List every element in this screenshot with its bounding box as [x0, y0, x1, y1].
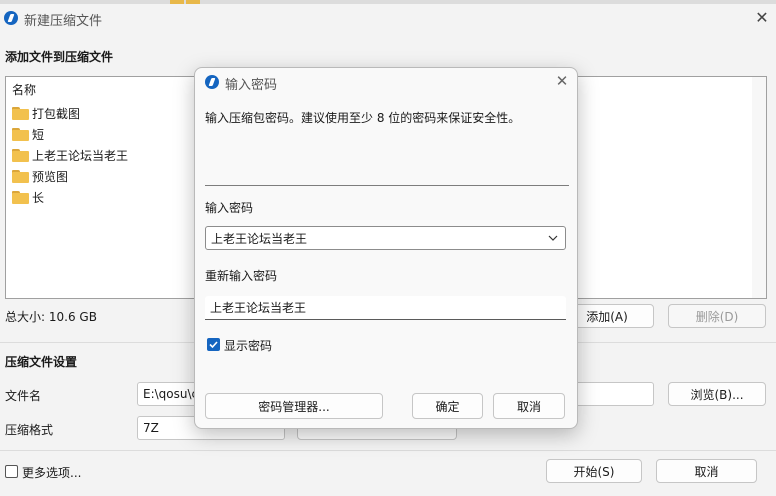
ok-button[interactable]: 确定: [412, 393, 483, 419]
filename-label: 文件名: [5, 389, 42, 403]
title-bar: 新建压缩文件 ✕: [0, 4, 776, 32]
archive-settings-section-label: 压缩文件设置: [5, 355, 78, 369]
bottom-divider: [0, 450, 776, 451]
list-item[interactable]: 短: [12, 124, 44, 144]
browse-button[interactable]: 浏览(B)...: [668, 382, 766, 406]
list-item[interactable]: 打包截图: [12, 103, 80, 123]
confirm-password-label: 重新输入密码: [205, 269, 278, 283]
dialog-cancel-button[interactable]: 取消: [493, 393, 565, 419]
password-manager-button[interactable]: 密码管理器...: [205, 393, 383, 419]
folder-icon: [12, 148, 29, 162]
file-name: 打包截图: [32, 106, 81, 121]
close-window-button[interactable]: ✕: [752, 8, 772, 28]
chevron-down-icon[interactable]: [547, 232, 559, 244]
total-size-label: 总大小: 10.6 GB: [5, 310, 97, 324]
file-name: 上老王论坛当老王: [32, 148, 129, 163]
format-label: 压缩格式: [5, 423, 54, 437]
dialog-separator: [205, 185, 569, 186]
close-dialog-button[interactable]: ✕: [553, 72, 571, 90]
dialog-title: 输入密码: [225, 78, 278, 93]
main-cancel-button[interactable]: 取消: [656, 459, 757, 483]
list-item[interactable]: 上老王论坛当老王: [12, 145, 128, 165]
more-options-checkbox[interactable]: [5, 465, 18, 478]
folder-icon: [12, 127, 29, 141]
folder-icon: [12, 190, 29, 204]
file-name: 预览图: [32, 169, 69, 184]
folder-icon: [12, 169, 29, 183]
add-files-section-label: 添加文件到压缩文件: [5, 50, 114, 64]
confirm-password-input[interactable]: 上老王论坛当老王: [205, 296, 566, 320]
list-item[interactable]: 长: [12, 187, 44, 207]
list-item[interactable]: 预览图: [12, 166, 68, 186]
bandizip-app-icon: [205, 75, 219, 89]
file-name: 短: [32, 127, 45, 142]
show-password-checkbox[interactable]: [207, 338, 220, 351]
checkmark-icon: [209, 341, 218, 349]
more-options-label[interactable]: 更多选项...: [22, 464, 81, 481]
start-button[interactable]: 开始(S): [546, 459, 642, 483]
bandizip-app-icon: [4, 11, 18, 25]
vertical-scrollbar[interactable]: [752, 77, 766, 298]
password-label: 输入密码: [205, 201, 254, 215]
folder-icon: [12, 106, 29, 120]
column-header-name[interactable]: 名称: [12, 81, 36, 98]
delete-button[interactable]: 删除(D): [668, 304, 766, 328]
file-name: 长: [32, 190, 45, 205]
password-value: 上老王论坛当老王: [211, 231, 308, 246]
show-password-label[interactable]: 显示密码: [224, 337, 272, 354]
password-dialog: 输入密码 ✕ 输入压缩包密码。建议使用至少 8 位的密码来保证安全性。 输入密码…: [194, 67, 578, 429]
password-combo[interactable]: 上老王论坛当老王: [205, 226, 566, 250]
dialog-description: 输入压缩包密码。建议使用至少 8 位的密码来保证安全性。: [205, 111, 521, 125]
window-title: 新建压缩文件: [24, 14, 103, 29]
